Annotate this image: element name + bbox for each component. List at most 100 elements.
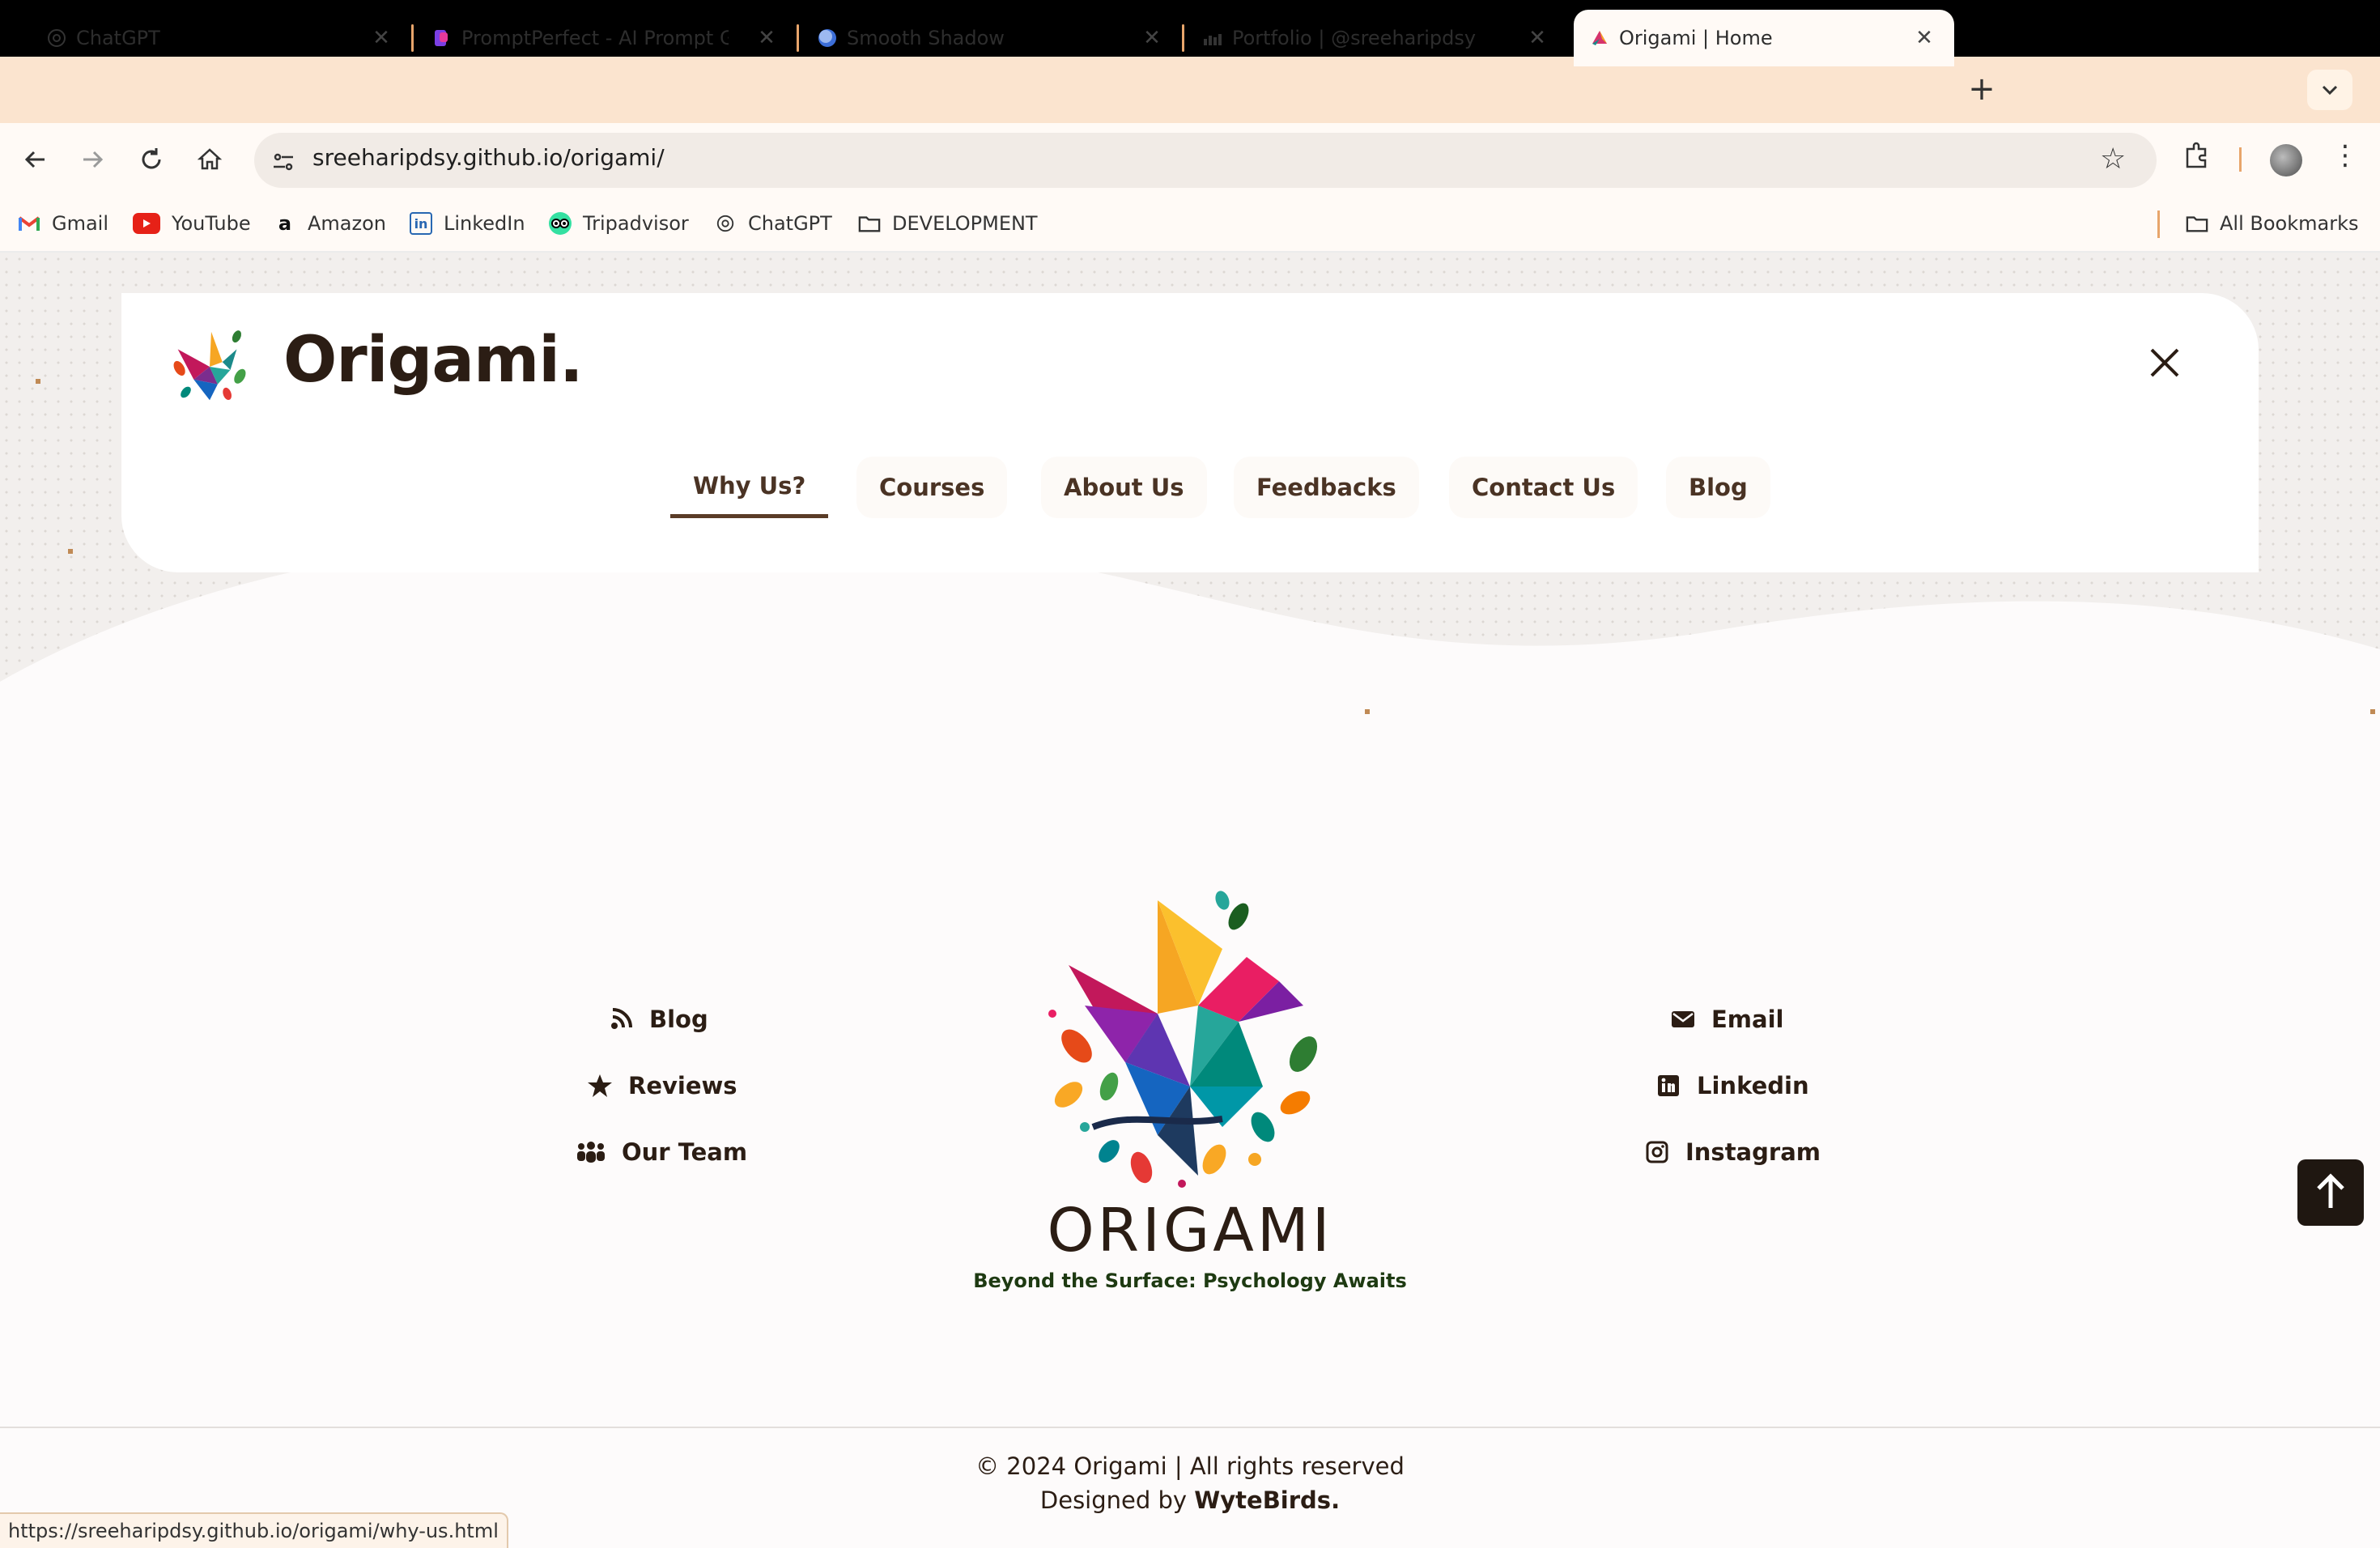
instagram-icon: [1643, 1138, 1671, 1166]
designed-by-text: Designed by WyteBirds.: [0, 1486, 2380, 1514]
footer-link-instagram[interactable]: Instagram: [1643, 1138, 1821, 1166]
tab-title: Smooth Shadow: [847, 27, 1005, 49]
profile-avatar[interactable]: [2270, 144, 2302, 176]
nav-blog[interactable]: Blog: [1666, 457, 1770, 518]
link-status-bubble: https://sreeharipdsy.github.io/origami/w…: [0, 1512, 508, 1548]
back-to-top-button[interactable]: [2297, 1159, 2364, 1226]
arrow-right-icon: [83, 151, 104, 168]
nav-about-us[interactable]: About Us: [1041, 457, 1207, 518]
tab-title: Origami | Home: [1619, 27, 1773, 49]
decor-speck: [36, 379, 40, 384]
bookmark-label: DEVELOPMENT: [892, 212, 1038, 235]
footer-brand-title: ORIGAMI: [1047, 1196, 1333, 1265]
tab-portfolio[interactable]: Portfolio | @sreeharipdsy ✕: [1187, 10, 1567, 66]
footer-divider: [0, 1427, 2380, 1428]
close-tab-icon[interactable]: ✕: [1138, 24, 1166, 52]
extensions-icon[interactable]: [2182, 141, 2212, 177]
decor-speck: [2370, 709, 2375, 714]
url-text[interactable]: sreeharipdsy.github.io/origami/: [312, 144, 665, 171]
star-icon: [586, 1072, 614, 1099]
origami-icon: [1588, 27, 1611, 49]
tab-chatgpt[interactable]: ChatGPT ✕: [31, 10, 411, 66]
close-tab-icon[interactable]: ✕: [753, 24, 780, 52]
promptperfect-icon: [431, 27, 453, 49]
browser-menu-icon[interactable]: ⋮: [2331, 139, 2359, 172]
folder-icon: [858, 212, 881, 235]
bookmark-chatgpt[interactable]: ChatGPT: [714, 212, 832, 235]
nav-courses[interactable]: Courses: [856, 457, 1008, 518]
footer-link-label: Instagram: [1685, 1138, 1821, 1166]
bookmark-label: LinkedIn: [444, 212, 525, 235]
footer-tagline: Beyond the Surface: Psychology Awaits: [973, 1269, 1407, 1292]
nav-contact-us[interactable]: Contact Us: [1449, 457, 1638, 518]
gmail-icon: [18, 212, 40, 235]
close-tab-icon[interactable]: ✕: [1524, 24, 1551, 52]
close-menu-icon[interactable]: [2145, 343, 2184, 382]
nav-feedbacks[interactable]: Feedbacks: [1234, 457, 1419, 518]
footer-link-label: Reviews: [628, 1072, 737, 1099]
envelope-icon: [1669, 1006, 1697, 1033]
back-button[interactable]: [16, 141, 53, 178]
arrow-left-icon: [24, 151, 45, 168]
arrow-up-icon: [2317, 1173, 2344, 1208]
all-bookmarks-button[interactable]: All Bookmarks: [2186, 212, 2358, 235]
origami-logo-icon[interactable]: [162, 317, 257, 413]
copyright-text: © 2024 Origami | All rights reserved: [975, 1452, 1405, 1480]
tab-strip: [0, 57, 2380, 123]
bookmark-gmail[interactable]: Gmail: [18, 212, 108, 235]
chevron-down-icon: [2322, 85, 2338, 96]
footer-link-blog[interactable]: Blog: [607, 1006, 708, 1033]
new-tab-button[interactable]: +: [1964, 70, 2000, 108]
footer-link-label: Our Team: [622, 1138, 748, 1166]
portfolio-icon: [1201, 27, 1224, 49]
bookmark-linkedin[interactable]: in LinkedIn: [410, 212, 525, 235]
footer-link-linkedin[interactable]: Linkedin: [1655, 1072, 1809, 1099]
tab-promptperfect[interactable]: PromptPerfect - AI Prompt Generator ✕: [416, 10, 797, 66]
footer-link-label: Email: [1711, 1006, 1784, 1033]
tab-title: PromptPerfect - AI Prompt Generator: [461, 27, 729, 49]
nav-why-us[interactable]: Why Us?: [670, 457, 829, 518]
footer-link-label: Linkedin: [1697, 1072, 1809, 1099]
bookmarks-separator: [2157, 211, 2160, 238]
bookmark-star-icon[interactable]: ☆: [2100, 142, 2126, 176]
reload-button[interactable]: [133, 141, 170, 178]
page-viewport: Origami. Why Us? Courses About Us Feedba…: [0, 253, 2380, 1548]
bookmark-tripadvisor[interactable]: Tripadvisor: [549, 212, 689, 235]
home-button[interactable]: [191, 141, 228, 178]
linkedin-icon: in: [410, 212, 432, 235]
tab-separator: [797, 24, 799, 52]
bookmark-amazon[interactable]: a Amazon: [274, 212, 386, 235]
linkedin-icon: [1655, 1072, 1682, 1099]
tab-search-button[interactable]: [2307, 70, 2352, 110]
footer-link-email[interactable]: Email: [1669, 1006, 1783, 1033]
smooth-shadow-icon: [816, 27, 839, 49]
amazon-icon: a: [278, 212, 292, 235]
forward-button[interactable]: [74, 141, 112, 178]
footer-link-label: Blog: [649, 1006, 708, 1033]
designer-link[interactable]: WyteBirds.: [1194, 1486, 1340, 1514]
footer-link-our-team[interactable]: Our Team: [575, 1138, 747, 1166]
youtube-icon: [133, 213, 160, 234]
team-icon: [575, 1138, 607, 1166]
footer-link-reviews[interactable]: Reviews: [586, 1072, 737, 1099]
origami-footer-logo: [1048, 891, 1318, 1188]
tab-separator: [411, 24, 414, 52]
bookmark-label: YouTube: [172, 212, 251, 235]
bookmark-label: Tripadvisor: [583, 212, 689, 235]
close-tab-icon[interactable]: ✕: [1910, 24, 1938, 52]
folder-icon: [2186, 212, 2208, 235]
blog-icon: [607, 1006, 635, 1033]
tripadvisor-icon: [549, 212, 572, 235]
tab-origami-home[interactable]: Origami | Home ✕: [1574, 10, 1954, 66]
bookmark-youtube[interactable]: YouTube: [133, 212, 251, 235]
chatgpt-icon: [45, 27, 68, 49]
all-bookmarks-label: All Bookmarks: [2220, 212, 2359, 235]
brand-name[interactable]: Origami.: [283, 324, 584, 397]
tab-title: Portfolio | @sreeharipdsy: [1232, 27, 1477, 49]
tab-smooth-shadow[interactable]: Smooth Shadow ✕: [801, 10, 1182, 66]
bookmark-folder-development[interactable]: DEVELOPMENT: [858, 212, 1038, 235]
toolbar-separator: [2239, 147, 2242, 172]
close-tab-icon[interactable]: ✕: [368, 24, 395, 52]
decor-speck: [1365, 709, 1370, 714]
site-settings-icon[interactable]: [267, 146, 300, 178]
